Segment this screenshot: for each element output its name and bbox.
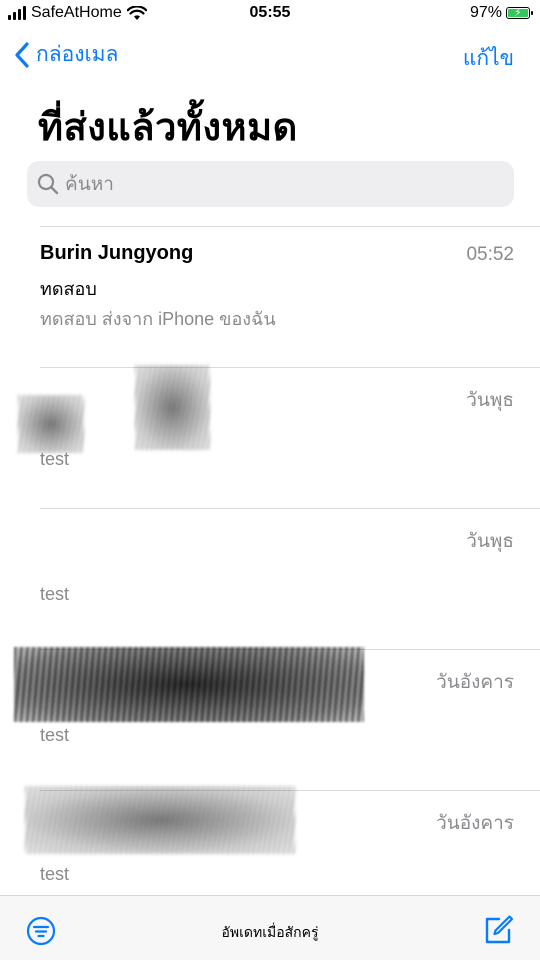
status-bar: SafeAtHome 05:55 97% ⚡ bbox=[0, 0, 540, 28]
back-label: กล่องเมล bbox=[36, 43, 119, 66]
mail-list-item[interactable]: วันพุธ test bbox=[0, 365, 540, 507]
redaction-scribble bbox=[25, 786, 295, 854]
chevron-left-icon bbox=[15, 41, 29, 68]
mail-list-item[interactable]: วันอังคาร test bbox=[0, 647, 540, 789]
mail-subject: ทดสอบ bbox=[40, 279, 97, 299]
redaction-scribble bbox=[135, 365, 210, 450]
back-to-mailboxes-button[interactable]: กล่องเมล bbox=[14, 38, 118, 71]
updated-status: อัพเดทเมื่อสักครู่ bbox=[221, 924, 319, 940]
bottom-toolbar: อัพเดทเมื่อสักครู่ bbox=[0, 895, 540, 960]
navigation-bar: กล่องเมล แก้ไข bbox=[0, 36, 540, 76]
edit-button[interactable]: แก้ไข bbox=[463, 42, 514, 75]
mail-time: 05:52 bbox=[466, 244, 514, 265]
battery-icon: ⚡ bbox=[506, 7, 533, 19]
mail-preview: test bbox=[40, 725, 70, 745]
status-bar-right: 97% ⚡ bbox=[469, 4, 533, 22]
redaction-scribble bbox=[14, 647, 364, 722]
compose-button[interactable] bbox=[482, 914, 514, 946]
mail-time: วันอังคาร bbox=[436, 672, 514, 693]
mail-time: วันพุธ bbox=[466, 390, 514, 411]
compose-icon bbox=[485, 915, 514, 944]
search-placeholder: ค้นหา bbox=[65, 174, 114, 195]
page-title: ที่ส่งแล้วทั้งหมด bbox=[38, 107, 298, 149]
redaction-scribble bbox=[18, 395, 84, 453]
mail-preview: test bbox=[40, 864, 70, 884]
mail-time: วันพุธ bbox=[466, 531, 514, 552]
mail-sent-screen: SafeAtHome 05:55 97% ⚡ กล่องเมล แก้ไข ที… bbox=[0, 0, 540, 960]
mail-preview: test bbox=[40, 584, 70, 604]
mail-list-item[interactable]: วันพุธ test bbox=[0, 508, 540, 648]
mail-sender: Burin Jungyong bbox=[40, 242, 194, 264]
mail-preview: ทดสอบ ส่งจาก iPhone ของฉัน bbox=[40, 309, 276, 329]
search-field[interactable]: ค้นหา bbox=[27, 161, 514, 207]
status-time: 05:55 bbox=[249, 4, 291, 21]
search-icon bbox=[37, 173, 59, 195]
mail-time: วันอังคาร bbox=[436, 813, 514, 834]
battery-percent: 97% bbox=[469, 4, 502, 21]
mail-list-item[interactable]: Burin Jungyong 05:52 ทดสอบ ทดสอบ ส่งจาก … bbox=[0, 226, 540, 366]
